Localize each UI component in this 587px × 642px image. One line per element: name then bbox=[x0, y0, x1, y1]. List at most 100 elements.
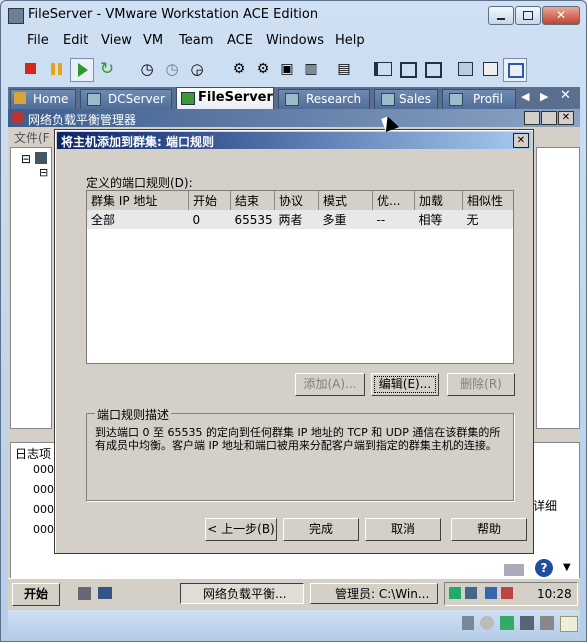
menu-help[interactable]: Help bbox=[335, 33, 365, 48]
team-power-icon[interactable]: ⚙ bbox=[252, 58, 274, 80]
nlb-manager-titlebar: 网络负载平衡管理器 ✕ bbox=[8, 109, 580, 127]
column-header[interactable]: 开始 bbox=[188, 191, 231, 210]
tree-panel: ⊟ ⊟ bbox=[10, 147, 52, 429]
minimize-button[interactable] bbox=[488, 6, 514, 25]
device-sound-icon[interactable] bbox=[540, 616, 554, 630]
device-cd-icon[interactable] bbox=[480, 616, 494, 630]
snapshot-manager-icon[interactable]: ◶ bbox=[186, 58, 208, 80]
tab-sales[interactable]: Sales bbox=[374, 89, 438, 109]
quicklaunch-desktop-icon[interactable] bbox=[98, 587, 112, 599]
home-icon bbox=[14, 92, 26, 104]
network-icon[interactable] bbox=[449, 587, 461, 599]
revert-icon[interactable]: ◷ bbox=[161, 58, 183, 80]
edit-rule-button[interactable]: 编辑(E)... bbox=[371, 373, 439, 396]
cancel-button[interactable]: 取消 bbox=[365, 518, 441, 541]
menu-windows[interactable]: Windows bbox=[266, 33, 324, 48]
taskbar-item-nlb[interactable]: 网络负载平衡... bbox=[180, 583, 304, 604]
tab-fileserver[interactable]: FileServer bbox=[176, 87, 274, 109]
column-header[interactable]: 协议 bbox=[274, 191, 319, 210]
rules-list[interactable]: 群集 IP 地址 开始 结束 协议 模式 优... 加载 相似性 全部 0 65… bbox=[86, 190, 514, 364]
menu-team[interactable]: Team bbox=[179, 33, 213, 48]
rule-description-text: 到达端口 0 至 65535 的定向到任何群集 IP 地址的 TCP 和 UDP… bbox=[95, 426, 501, 452]
system-tray: 10:28 bbox=[444, 582, 578, 606]
tab-profil[interactable]: Profil bbox=[442, 89, 516, 109]
appliance-icon[interactable] bbox=[479, 58, 501, 80]
cluster-tree-icon[interactable]: ⊟ bbox=[21, 152, 31, 166]
console-icon[interactable]: ▤ bbox=[333, 58, 355, 80]
monitor-icon[interactable] bbox=[465, 587, 477, 599]
security-icon[interactable] bbox=[485, 587, 497, 599]
menu-view[interactable]: View bbox=[101, 33, 132, 48]
tab-scroll-right-icon[interactable]: ▶ bbox=[540, 90, 548, 103]
guest-screen[interactable]: 网络负载平衡管理器 ✕ 文件(F ⊟ ⊟ 日志项 000 000 000 000… bbox=[8, 109, 580, 609]
team-icon[interactable]: ⚙ bbox=[228, 58, 250, 80]
clean-icon[interactable]: ▥ bbox=[300, 58, 322, 80]
message-icon[interactable] bbox=[560, 616, 578, 632]
finish-button[interactable]: 完成 bbox=[283, 518, 359, 541]
taskbar-item-label: 管理员: C:\Win... bbox=[335, 587, 430, 601]
rule-cell: 65535 bbox=[234, 212, 273, 227]
table-row[interactable]: 全部 0 65535 两者 多重 -- 相等 无 bbox=[87, 210, 513, 229]
column-header[interactable]: 优... bbox=[372, 191, 415, 210]
menu-edit[interactable]: Edit bbox=[63, 33, 88, 48]
device-hdd-icon[interactable] bbox=[462, 616, 474, 630]
rule-cell: 多重 bbox=[322, 213, 347, 227]
device-network-icon[interactable] bbox=[500, 616, 514, 630]
column-header[interactable]: 相似性 bbox=[463, 191, 514, 210]
add-rule-button[interactable]: 添加(A)... bbox=[295, 373, 365, 396]
console-view-icon[interactable] bbox=[503, 58, 527, 82]
column-header[interactable]: 加载 bbox=[414, 191, 463, 210]
maximize-button[interactable] bbox=[515, 6, 541, 25]
close-button[interactable]: ✕ bbox=[542, 6, 580, 25]
tab-close-icon[interactable]: ✕ bbox=[560, 88, 571, 103]
back-button[interactable]: < 上一步(B) bbox=[205, 518, 277, 541]
help-button[interactable]: 帮助 bbox=[451, 518, 527, 541]
nlb-minimize-button[interactable] bbox=[524, 111, 540, 125]
help-icon[interactable]: ? bbox=[535, 559, 553, 577]
dialog-close-button[interactable]: ✕ bbox=[513, 133, 529, 148]
dialog-titlebar: 将主机添加到群集: 端口规则 ✕ bbox=[57, 132, 531, 149]
tab-research[interactable]: Research bbox=[278, 89, 370, 109]
summary-icon[interactable] bbox=[454, 58, 476, 80]
start-button[interactable]: 开始 bbox=[12, 583, 60, 606]
play-icon[interactable] bbox=[70, 58, 94, 82]
column-header[interactable]: 结束 bbox=[230, 191, 275, 210]
device-usb-icon[interactable] bbox=[520, 616, 534, 630]
tab-scroll-left-icon[interactable]: ◀ bbox=[521, 90, 529, 103]
package-icon[interactable]: ▣ bbox=[276, 58, 298, 80]
vm-icon bbox=[285, 93, 299, 106]
tab-dcserver[interactable]: DCServer bbox=[80, 89, 172, 109]
rule-cell: 无 bbox=[466, 213, 479, 227]
stop-icon[interactable] bbox=[20, 58, 42, 80]
log-item[interactable]: 000 bbox=[33, 523, 54, 536]
tree-expand-icon[interactable]: ⊟ bbox=[39, 166, 48, 179]
toolbar: ↻ ◷ ◷ ◶ ⚙ ⚙ ▣ ▥ ▤ bbox=[8, 56, 580, 84]
column-header[interactable]: 模式 bbox=[318, 191, 373, 210]
volume-icon[interactable] bbox=[501, 587, 513, 599]
detail-panel bbox=[536, 147, 580, 429]
nlb-maximize-button[interactable] bbox=[541, 111, 557, 125]
quicklaunch-server-icon[interactable] bbox=[78, 587, 91, 600]
log-item[interactable]: 000 bbox=[33, 503, 54, 516]
status-dropdown-icon[interactable]: ▼ bbox=[563, 562, 571, 573]
log-item[interactable]: 000 bbox=[33, 483, 54, 496]
menu-file[interactable]: File bbox=[27, 33, 49, 48]
tab-label: Profil bbox=[473, 92, 503, 106]
snapshot-icon[interactable]: ◷ bbox=[136, 58, 158, 80]
column-header[interactable]: 群集 IP 地址 bbox=[87, 191, 189, 210]
sidebar-icon[interactable] bbox=[370, 58, 392, 80]
log-item[interactable]: 000 bbox=[33, 463, 54, 476]
taskbar-item-cmd[interactable]: 管理员: C:\Win... bbox=[310, 583, 438, 604]
vm-icon bbox=[381, 93, 395, 106]
pause-icon[interactable] bbox=[46, 58, 68, 80]
menu-ace[interactable]: ACE bbox=[227, 33, 253, 48]
quick-switch-icon[interactable] bbox=[396, 58, 418, 80]
reset-icon[interactable]: ↻ bbox=[96, 58, 118, 80]
keyboard-icon bbox=[504, 564, 524, 576]
nlb-menu-file[interactable]: 文件(F bbox=[14, 129, 50, 146]
remove-rule-button[interactable]: 删除(R) bbox=[447, 373, 515, 396]
fullscreen-icon[interactable] bbox=[421, 58, 443, 80]
nlb-close-button[interactable]: ✕ bbox=[558, 111, 574, 125]
tab-home[interactable]: Home bbox=[10, 89, 76, 109]
menu-vm[interactable]: VM bbox=[143, 33, 163, 48]
